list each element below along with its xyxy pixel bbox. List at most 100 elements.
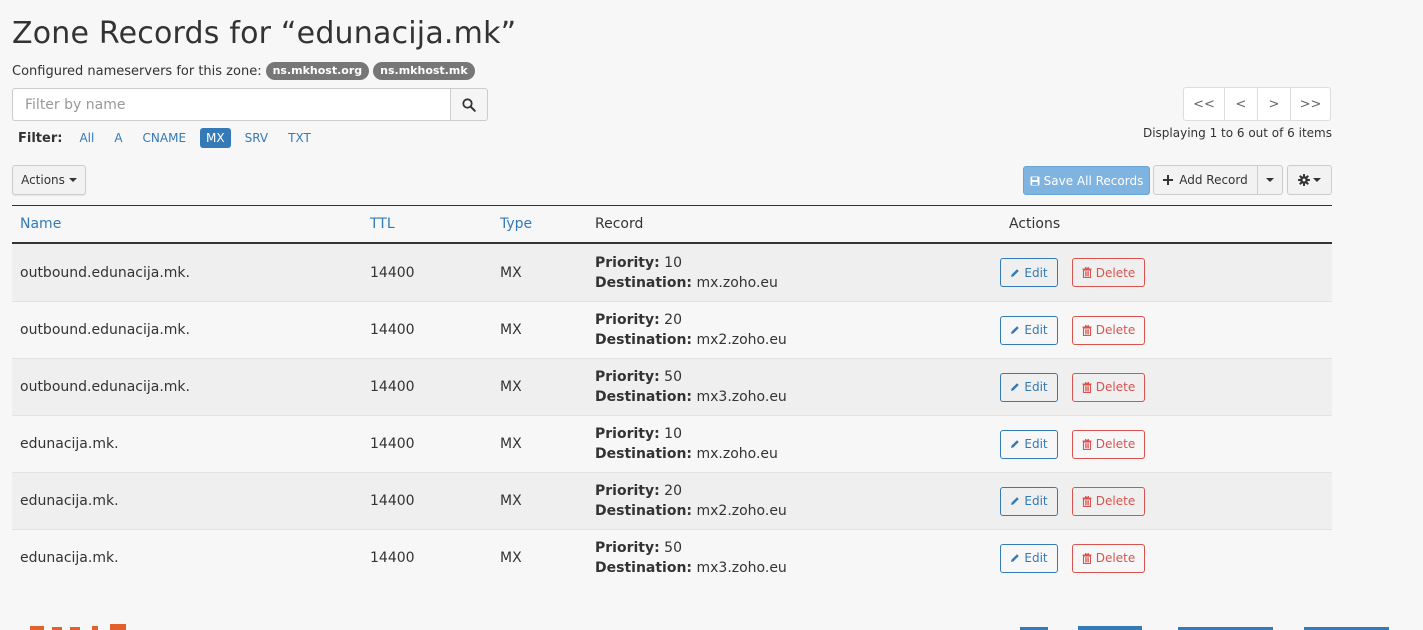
table-row: edunacija.mk. 14400 MX Priority: 10 Dest… (12, 415, 1332, 472)
row-actions: Edit Delete (992, 372, 1332, 402)
record-type: MX (500, 550, 522, 566)
record-name: outbound.edunacija.mk. (20, 379, 190, 395)
delete-label: Delete (1095, 551, 1136, 565)
record-ttl: 14400 (370, 264, 415, 281)
edit-button[interactable]: Edit (1000, 543, 1058, 573)
priority-label: Priority: (595, 369, 660, 385)
record-type: MX (500, 436, 522, 452)
caret-down-icon (68, 178, 77, 182)
trash-icon (1082, 438, 1092, 450)
priority-label: Priority: (595, 312, 660, 328)
header-type[interactable]: Type (492, 216, 587, 232)
record-value: Priority: 20 Destination: mx2.zoho.eu (587, 310, 992, 350)
save-all-records-button[interactable]: Save All Records (1023, 166, 1150, 195)
record-type: MX (500, 322, 522, 338)
record-name: edunacija.mk. (20, 550, 119, 566)
nameserver-badge: ns.mkhost.mk (373, 62, 475, 80)
table-header: Name TTL Type Record Actions (12, 206, 1332, 244)
add-record-label: Add Record (1179, 173, 1248, 187)
table-row: outbound.edunacija.mk. 14400 MX Priority… (12, 244, 1332, 301)
edit-button[interactable]: Edit (1000, 315, 1058, 345)
pencil-icon (1011, 497, 1020, 505)
actions-label: Actions (21, 173, 65, 187)
record-destination: Destination: mx.zoho.eu (595, 273, 992, 293)
search-input[interactable] (12, 88, 450, 121)
pencil-icon (1011, 268, 1020, 277)
delete-button[interactable]: Delete (1072, 429, 1145, 459)
record-value: Priority: 50 Destination: mx3.zoho.eu (587, 367, 992, 407)
pencil-icon (1011, 383, 1020, 391)
actions-dropdown-button[interactable]: Actions (12, 165, 86, 195)
search-icon (462, 97, 476, 112)
edit-button[interactable]: Edit (1000, 486, 1058, 516)
destination-label: Destination: (595, 332, 693, 348)
header-actions: Actions (1009, 216, 1061, 232)
record-priority: Priority: 20 (595, 310, 992, 330)
edit-label: Edit (1024, 265, 1048, 280)
destination-value: mx.zoho.eu (696, 446, 778, 462)
record-value: Priority: 50 Destination: mx3.zoho.eu (587, 538, 992, 578)
pencil-icon (1011, 440, 1020, 448)
save-label: Save All Records (1043, 173, 1144, 188)
filter-all[interactable]: All (73, 128, 100, 148)
floppy-icon (1030, 176, 1040, 185)
filter-txt[interactable]: TXT (282, 128, 317, 148)
caret-down-icon (1266, 178, 1274, 182)
priority-value: 20 (664, 312, 682, 328)
pagination: << < > >> (1183, 87, 1331, 121)
filter-srv[interactable]: SRV (239, 128, 275, 148)
pager-info: Displaying 1 to 6 out of 6 items (1142, 126, 1332, 140)
trash-icon (1082, 267, 1092, 278)
filter-label: Filter: (18, 130, 63, 146)
add-record-options-button[interactable] (1258, 165, 1283, 195)
row-actions: Edit Delete (992, 486, 1332, 516)
priority-value: 20 (664, 483, 682, 499)
delete-button[interactable]: Delete (1072, 372, 1145, 402)
record-name: edunacija.mk. (20, 493, 119, 509)
record-priority: Priority: 50 (595, 367, 992, 387)
settings-dropdown-button[interactable] (1287, 165, 1332, 195)
pager-next-button[interactable]: > (1257, 87, 1291, 121)
pager-prev-button[interactable]: < (1224, 87, 1258, 121)
record-type: MX (500, 493, 522, 509)
filter-mx[interactable]: MX (200, 128, 231, 148)
row-actions: Edit Delete (992, 543, 1332, 573)
priority-value: 50 (664, 540, 682, 556)
search-button[interactable] (450, 88, 488, 121)
filter-cname[interactable]: CNAME (137, 128, 193, 148)
priority-value: 10 (664, 426, 682, 442)
record-type: MX (500, 264, 522, 281)
record-value: Priority: 10 Destination: mx.zoho.eu (587, 424, 992, 464)
edit-label: Edit (1024, 323, 1048, 337)
destination-value: mx3.zoho.eu (696, 389, 787, 405)
add-record-button[interactable]: Add Record (1153, 165, 1258, 195)
record-priority: Priority: 50 (595, 538, 992, 558)
pencil-icon (1011, 554, 1020, 562)
edit-label: Edit (1024, 437, 1048, 451)
priority-value: 10 (664, 254, 682, 271)
footer-links (1020, 626, 1389, 630)
nameserver-badge: ns.mkhost.org (265, 62, 370, 80)
edit-button[interactable]: Edit (1000, 258, 1058, 287)
page-title: Zone Records for “edunacija.mk” (12, 16, 517, 51)
edit-button[interactable]: Edit (1000, 372, 1058, 402)
row-actions: Edit Delete (992, 315, 1332, 345)
delete-button[interactable]: Delete (1072, 486, 1145, 516)
edit-button[interactable]: Edit (1000, 429, 1058, 459)
header-record: Record (595, 216, 644, 232)
delete-button[interactable]: Delete (1072, 258, 1145, 287)
pager-last-button[interactable]: >> (1290, 87, 1331, 121)
pencil-icon (1011, 326, 1020, 334)
header-ttl[interactable]: TTL (362, 216, 492, 232)
delete-label: Delete (1095, 437, 1136, 451)
trash-icon (1082, 552, 1092, 564)
delete-button[interactable]: Delete (1072, 315, 1145, 345)
edit-label: Edit (1024, 551, 1048, 565)
filter-a[interactable]: A (108, 128, 128, 148)
record-destination: Destination: mx2.zoho.eu (595, 501, 992, 521)
pager-first-button[interactable]: << (1183, 87, 1225, 121)
delete-button[interactable]: Delete (1072, 543, 1145, 573)
record-destination: Destination: mx2.zoho.eu (595, 330, 992, 350)
header-name[interactable]: Name (12, 216, 362, 232)
edit-label: Edit (1024, 380, 1048, 394)
